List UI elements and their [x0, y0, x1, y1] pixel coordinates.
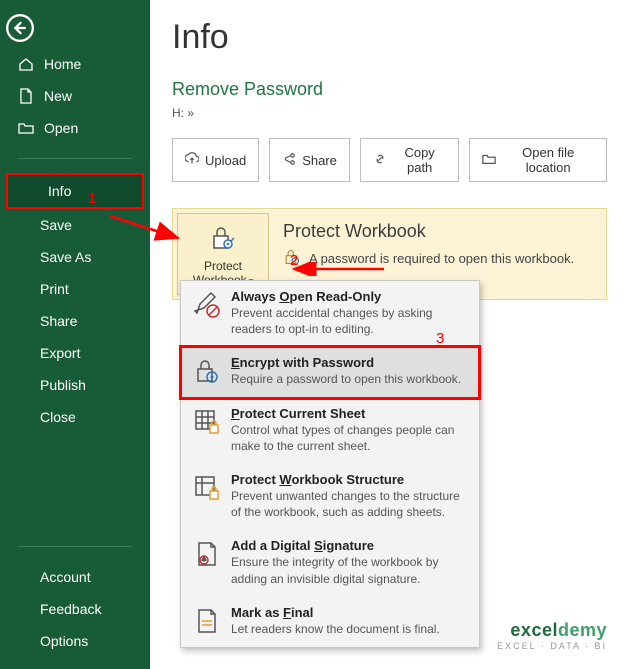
signature-icon — [193, 540, 221, 568]
menu-title: Protect Current Sheet — [231, 406, 467, 421]
menu-protect-current-sheet[interactable]: Protect Current SheetControl what types … — [181, 398, 479, 464]
upload-button[interactable]: Upload — [172, 138, 259, 182]
button-label: Open file location — [502, 145, 594, 175]
nav-label: New — [44, 88, 72, 104]
protect-desc: A password is required to open this work… — [309, 251, 574, 266]
nav-export[interactable]: Export — [0, 337, 150, 369]
back-button[interactable] — [0, 8, 40, 48]
document-title: Remove Password — [172, 79, 607, 100]
menu-desc: Require a password to open this workbook… — [231, 371, 461, 387]
nav-share[interactable]: Share — [0, 305, 150, 337]
lock-key-icon — [283, 248, 301, 269]
final-doc-icon — [193, 607, 221, 635]
nav-label: Options — [40, 633, 88, 649]
button-label: Share — [302, 153, 337, 168]
menu-desc: Prevent unwanted changes to the structur… — [231, 488, 467, 520]
nav-options[interactable]: Options — [0, 625, 150, 657]
backstage-sidebar: Home New Open Info Save Save As Print Sh… — [0, 0, 150, 669]
menu-desc: Let readers know the document is final. — [231, 621, 440, 637]
nav-print[interactable]: Print — [0, 273, 150, 305]
lock-key-icon — [209, 224, 237, 255]
copy-path-button[interactable]: Copy path — [360, 138, 459, 182]
workbook-lock-icon — [193, 474, 221, 502]
nav-close[interactable]: Close — [0, 401, 150, 433]
nav-feedback[interactable]: Feedback — [0, 593, 150, 625]
nav-new[interactable]: New — [0, 80, 150, 112]
divider — [18, 158, 132, 159]
menu-title: Always Open Read-Only — [231, 289, 467, 304]
nav-label: Feedback — [40, 601, 101, 617]
upload-icon — [185, 152, 199, 169]
divider — [18, 546, 132, 547]
menu-desc: Ensure the integrity of the workbook by … — [231, 554, 467, 586]
nav-label: Close — [40, 409, 76, 425]
sheet-lock-icon — [193, 408, 221, 436]
nav-label: Account — [40, 569, 91, 585]
nav-label: Open — [44, 120, 78, 136]
nav-home[interactable]: Home — [0, 48, 150, 80]
menu-title: Encrypt with Password — [231, 355, 461, 370]
menu-mark-as-final[interactable]: Mark as FinalLet readers know the docume… — [181, 597, 479, 647]
nav-label: Publish — [40, 377, 86, 393]
share-icon — [282, 152, 296, 169]
nav-account[interactable]: Account — [0, 561, 150, 593]
nav-save-as[interactable]: Save As — [0, 241, 150, 273]
action-row: Upload Share Copy path Open file locatio… — [172, 138, 607, 182]
menu-desc: Prevent accidental changes by asking rea… — [231, 305, 467, 337]
menu-add-digital-signature[interactable]: Add a Digital SignatureEnsure the integr… — [181, 530, 479, 596]
document-path: H: » — [172, 106, 607, 120]
nav-save[interactable]: Save — [0, 209, 150, 241]
nav-publish[interactable]: Publish — [0, 369, 150, 401]
page-title: Info — [172, 18, 607, 57]
pencil-block-icon — [193, 291, 221, 319]
menu-title: Mark as Final — [231, 605, 440, 620]
nav-label: Save As — [40, 249, 91, 265]
nav-label: Home — [44, 56, 81, 72]
link-icon — [373, 152, 387, 169]
share-button[interactable]: Share — [269, 138, 350, 182]
menu-encrypt-with-password[interactable]: Encrypt with PasswordRequire a password … — [181, 347, 479, 397]
button-label: Copy path — [393, 145, 446, 175]
nav-label: Info — [48, 183, 71, 199]
nav-label: Share — [40, 313, 77, 329]
menu-title: Add a Digital Signature — [231, 538, 467, 553]
folder-icon — [482, 152, 496, 169]
home-icon — [18, 56, 34, 72]
nav-open[interactable]: Open — [0, 112, 150, 144]
button-label: Upload — [205, 153, 246, 168]
nav-label: Print — [40, 281, 69, 297]
menu-title: Protect Workbook Structure — [231, 472, 467, 487]
protect-title: Protect Workbook — [283, 221, 590, 242]
menu-protect-workbook-structure[interactable]: Protect Workbook StructurePrevent unwant… — [181, 464, 479, 530]
lock-key-icon — [193, 357, 221, 385]
open-location-button[interactable]: Open file location — [469, 138, 607, 182]
open-icon — [18, 120, 34, 136]
protect-workbook-menu: Always Open Read-OnlyPrevent accidental … — [180, 280, 480, 648]
new-icon — [18, 88, 34, 104]
menu-always-open-read-only[interactable]: Always Open Read-OnlyPrevent accidental … — [181, 281, 479, 347]
nav-label: Save — [40, 217, 72, 233]
watermark: exceldemy EXCEL · DATA · BI — [497, 620, 607, 651]
nav-label: Export — [40, 345, 80, 361]
menu-desc: Control what types of changes people can… — [231, 422, 467, 454]
nav-info[interactable]: Info — [8, 175, 142, 207]
